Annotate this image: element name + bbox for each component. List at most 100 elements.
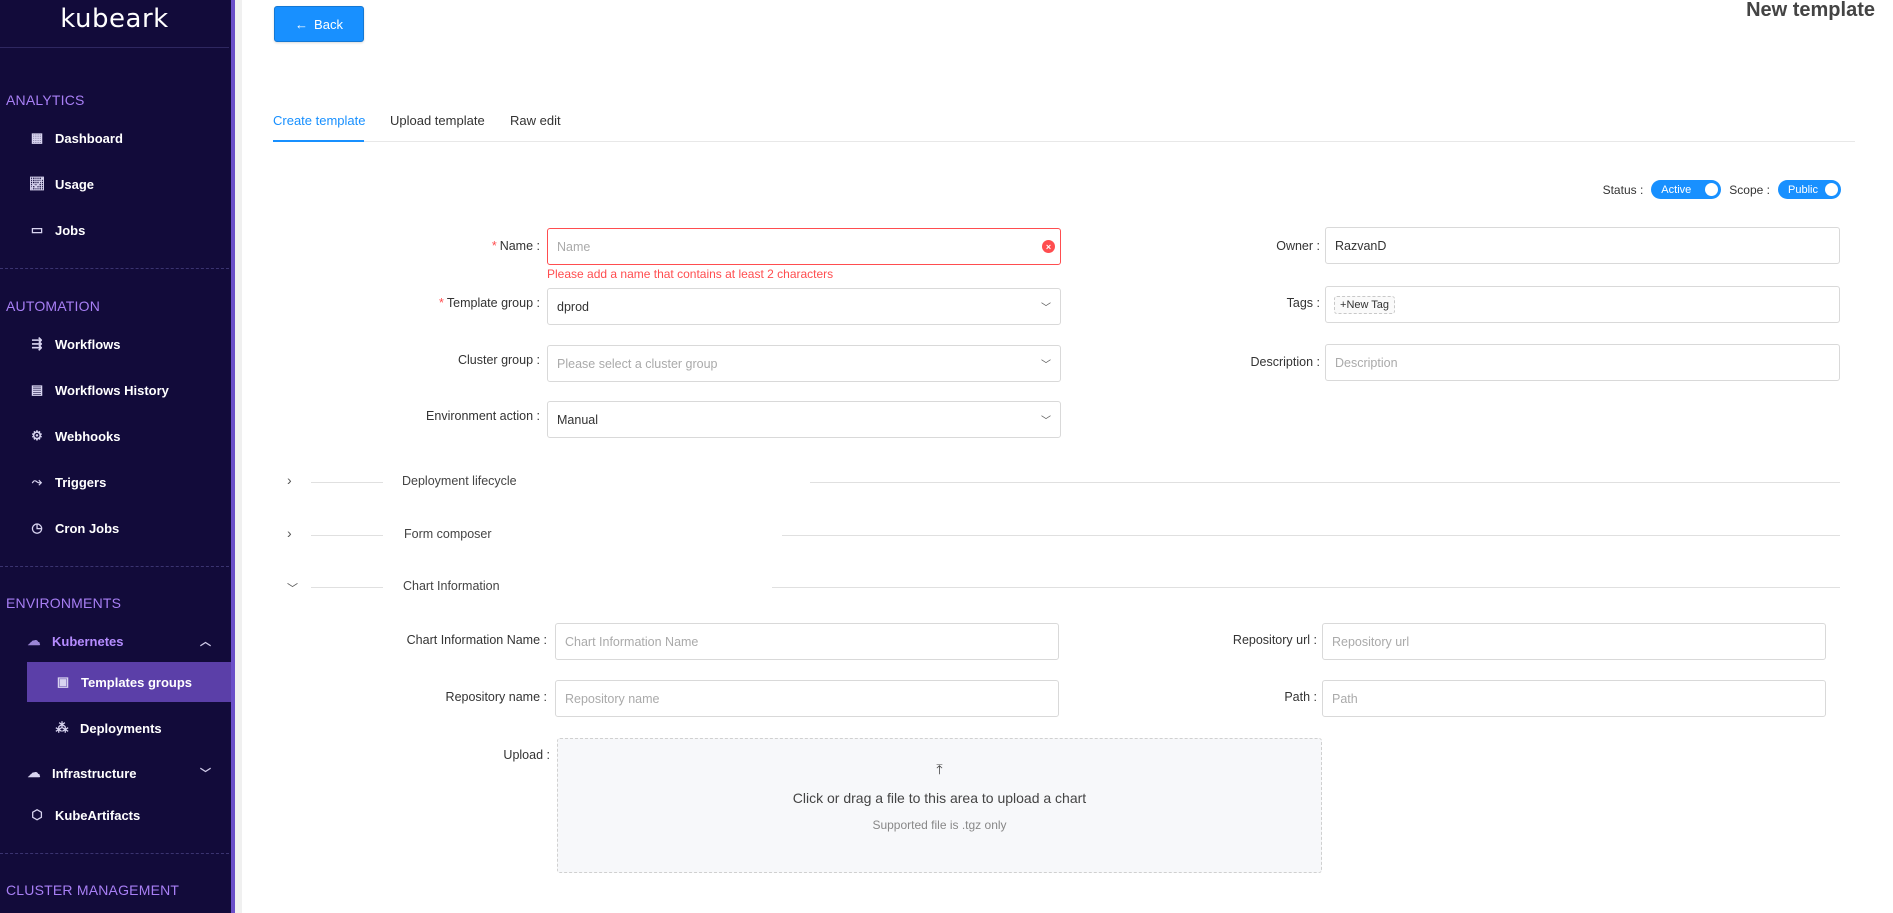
sidebar-item-label: Workflows History bbox=[55, 382, 169, 398]
sidebar-item-webhooks[interactable]: ⚙ Webhooks bbox=[0, 416, 231, 456]
collapse-chart-information[interactable]: ﹀ Chart Information bbox=[287, 577, 1840, 597]
cluster-group-label: Cluster group : bbox=[458, 353, 540, 367]
section-title-deployment-lifecycle: Deployment lifecycle bbox=[392, 474, 527, 488]
scope-switch[interactable]: Public bbox=[1778, 180, 1841, 199]
description-input[interactable]: Description bbox=[1325, 344, 1840, 381]
switch-knob bbox=[1705, 183, 1719, 196]
sidebar-item-label: Templates groups bbox=[81, 674, 193, 690]
back-button[interactable]: ← Back bbox=[274, 6, 364, 42]
name-label: * Name : bbox=[491, 239, 540, 253]
tags-label: Tags : bbox=[1286, 296, 1320, 310]
path-label: Path : bbox=[1284, 690, 1317, 704]
chevron-right-icon: › bbox=[287, 472, 292, 488]
description-label: Description : bbox=[1250, 355, 1320, 369]
tab-ink-bar bbox=[273, 140, 364, 142]
line-chart-icon: 📈︎ bbox=[28, 176, 46, 191]
template-group-select[interactable]: dprod ﹀ bbox=[547, 288, 1061, 325]
chevron-right-icon: › bbox=[287, 525, 292, 541]
tags-field: + New Tag bbox=[1325, 286, 1840, 323]
monitor-icon: ▭ bbox=[30, 222, 44, 237]
name-error-message: Please add a name that contains at least… bbox=[547, 267, 834, 281]
arrow-left-icon: ← bbox=[295, 16, 309, 32]
trigger-icon: ⤳ bbox=[31, 474, 43, 489]
section-title-chart-information: Chart Information bbox=[393, 579, 510, 593]
deployments-icon: ⁂ bbox=[55, 720, 69, 735]
sidebar-item-jobs[interactable]: ▭ Jobs bbox=[0, 210, 231, 250]
section-title-environments: ENVIRONMENTS bbox=[6, 595, 122, 611]
chart-information-name-input[interactable]: Chart Information Name bbox=[555, 623, 1059, 660]
app-logo[interactable]: kubeark bbox=[0, 0, 229, 48]
sidebar-item-label: Jobs bbox=[55, 222, 86, 238]
switch-knob bbox=[1825, 183, 1838, 196]
upload-dropzone[interactable]: ⤒ Click or drag a file to this area to u… bbox=[557, 738, 1322, 873]
sidebar-divider bbox=[0, 268, 229, 269]
templates-icon: ▣ bbox=[56, 674, 70, 689]
environment-action-select[interactable]: Manual ﹀ bbox=[547, 401, 1061, 438]
scope-label: Scope bbox=[1729, 182, 1764, 197]
sidebar-item-usage[interactable]: 📈︎ Usage bbox=[0, 164, 231, 204]
upload-icon: ⤒ bbox=[936, 761, 943, 777]
cloud-icon: ☁ bbox=[27, 765, 41, 780]
chevron-down-icon: ﹀ bbox=[1041, 416, 1051, 427]
collapse-deployment-lifecycle[interactable]: › Deployment lifecycle bbox=[287, 472, 1840, 492]
dashboard-icon: ▦ bbox=[30, 130, 44, 145]
sidebar-item-label: Infrastructure bbox=[52, 765, 137, 781]
workflow-icon: ⇶ bbox=[31, 336, 43, 351]
sidebar-item-label: Deployments bbox=[80, 720, 162, 736]
collapse-form-composer[interactable]: › Form composer bbox=[287, 525, 1840, 545]
section-title-analytics: ANALYTICS bbox=[6, 92, 85, 108]
chevron-up-icon: ︿ bbox=[200, 636, 211, 648]
name-placeholder: Name bbox=[557, 239, 591, 254]
sidebar-item-deployments[interactable]: ⁂ Deployments bbox=[0, 708, 231, 748]
environment-action-value: Manual bbox=[557, 412, 598, 427]
status-label: Status bbox=[1602, 182, 1637, 197]
sidebar-item-workflows[interactable]: ⇶ Workflows bbox=[0, 324, 231, 364]
sidebar-item-dashboard[interactable]: ▦ Dashboard bbox=[0, 118, 231, 158]
owner-input[interactable]: RazvanD bbox=[1325, 227, 1840, 264]
section-title-cluster-management: CLUSTER MANAGEMENT bbox=[6, 882, 180, 898]
sidebar-item-label: Webhooks bbox=[55, 428, 121, 444]
cluster-group-placeholder: Please select a cluster group bbox=[557, 356, 718, 371]
sidebar-item-label: Usage bbox=[55, 176, 95, 192]
section-title-form-composer: Form composer bbox=[394, 527, 502, 541]
cluster-group-select[interactable]: Please select a cluster group ﹀ bbox=[547, 345, 1061, 382]
owner-label: Owner : bbox=[1276, 239, 1320, 253]
path-input[interactable]: Path bbox=[1322, 680, 1826, 717]
repository-url-input[interactable]: Repository url bbox=[1322, 623, 1826, 660]
cube-icon: ⬡ bbox=[31, 807, 43, 822]
sidebar-item-cron-jobs[interactable]: ◷ Cron Jobs bbox=[0, 508, 231, 548]
chevron-down-icon: ﹀ bbox=[1041, 360, 1051, 371]
environment-action-label: Environment action : bbox=[426, 409, 540, 423]
status-switch[interactable]: Active bbox=[1651, 180, 1722, 199]
tab-create-template[interactable]: Create template bbox=[273, 113, 366, 128]
sidebar-item-kubernetes[interactable]: ☁ Kubernetes ︿ bbox=[0, 621, 231, 661]
new-tag-button[interactable]: + New Tag bbox=[1334, 295, 1396, 314]
sidebar-item-kubeartifacts[interactable]: ⬡ KubeArtifacts bbox=[0, 795, 231, 835]
sidebar-divider bbox=[0, 566, 229, 567]
sidebar-item-label: Triggers bbox=[55, 474, 107, 490]
page-title: New template bbox=[1746, 0, 1875, 21]
sidebar-item-infrastructure[interactable]: ☁ Infrastructure ﹀ bbox=[0, 753, 231, 793]
chart-information-name-label: Chart Information Name : bbox=[406, 633, 547, 647]
upload-hint-text: Supported file is .tgz only bbox=[872, 818, 1007, 832]
template-group-value: dprod bbox=[557, 299, 589, 314]
upload-label: Upload : bbox=[503, 748, 550, 762]
sidebar-item-label: Dashboard bbox=[55, 130, 123, 146]
sidebar-item-templates-groups[interactable]: ▣ Templates groups bbox=[27, 662, 231, 702]
chevron-down-icon: ﹀ bbox=[200, 768, 211, 780]
sidebar-item-label: Workflows bbox=[55, 336, 121, 352]
sidebar-item-workflows-history[interactable]: ▤ Workflows History bbox=[0, 370, 231, 410]
tab-raw-edit[interactable]: Raw edit bbox=[510, 113, 561, 128]
status-switch-label: Active bbox=[1661, 183, 1692, 196]
scope-switch-label: Public bbox=[1788, 183, 1818, 196]
repository-url-label: Repository url : bbox=[1232, 633, 1317, 647]
repository-name-input[interactable]: Repository name bbox=[555, 680, 1059, 717]
sidebar-item-triggers[interactable]: ⤳ Triggers bbox=[0, 462, 231, 502]
sidebar-divider bbox=[0, 853, 229, 854]
chevron-down-icon: ﹀ bbox=[1041, 303, 1051, 314]
clock-icon: ◷ bbox=[31, 520, 43, 535]
section-title-automation: AUTOMATION bbox=[6, 298, 101, 314]
name-input[interactable]: Name × bbox=[547, 228, 1061, 265]
cloud-icon: ☁ bbox=[27, 633, 41, 648]
tab-upload-template[interactable]: Upload template bbox=[390, 113, 485, 128]
